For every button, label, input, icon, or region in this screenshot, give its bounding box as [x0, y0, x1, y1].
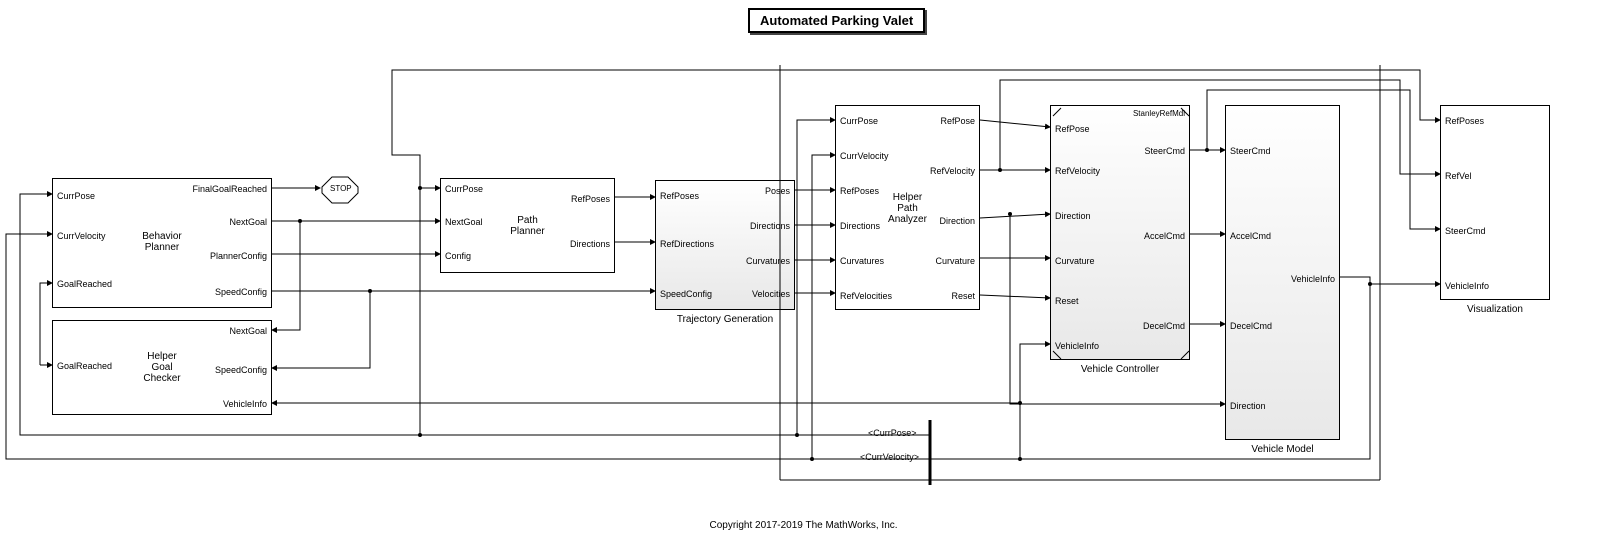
stop-block[interactable]: STOP [330, 184, 352, 193]
block-vehicle-model[interactable]: SteerCmd AccelCmd DecelCmd Direction Veh… [1225, 105, 1340, 440]
port-c-accel: AccelCmd [1144, 231, 1185, 241]
port-vz-steer: SteerCmd [1445, 226, 1486, 236]
port-a-currvel: CurrVelocity [840, 151, 889, 161]
port-c-reset: Reset [1055, 296, 1079, 306]
port-goalreached: GoalReached [57, 279, 112, 289]
port-currpose: CurrPose [57, 191, 95, 201]
port-c-vehinfo: VehicleInfo [1055, 341, 1099, 351]
port-pp-refposes: RefPoses [571, 194, 610, 204]
port-vz-refposes: RefPoses [1445, 116, 1484, 126]
port-vm-steer: SteerCmd [1230, 146, 1271, 156]
port-tg-speedcfg: SpeedConfig [660, 289, 712, 299]
ref-model: StanleyRefMdl [1133, 109, 1185, 119]
port-tg-refdir: RefDirections [660, 239, 714, 249]
port-nextgoal: NextGoal [229, 217, 267, 227]
port-vm-dir: Direction [1230, 401, 1266, 411]
block-path-analyzer[interactable]: CurrPose CurrVelocity RefPoses Direction… [835, 105, 980, 310]
block-visualization[interactable]: RefPoses RefVel SteerCmd VehicleInfo [1440, 105, 1550, 300]
block-label: Helper Path Analyzer [836, 192, 979, 225]
port-c-steer: SteerCmd [1144, 146, 1185, 156]
copyright: Copyright 2017-2019 The MathWorks, Inc. [0, 520, 1607, 531]
block-label: Helper Goal Checker [53, 351, 271, 384]
port-c-curv: Curvature [1055, 256, 1095, 266]
port-finalgoal: FinalGoalReached [192, 184, 267, 194]
port-a-curvature: Curvature [935, 256, 975, 266]
port-c-dir: Direction [1055, 211, 1091, 221]
port-vm-accel: AccelCmd [1230, 231, 1271, 241]
diagram-canvas: Automated Parking Valet CurrPose CurrVel… [0, 0, 1607, 558]
port-pp-currpose: CurrPose [445, 184, 483, 194]
port-vz-vehinfo: VehicleInfo [1445, 281, 1489, 291]
port-vehicleinfo: VehicleInfo [223, 399, 267, 409]
block-vehicle-controller[interactable]: StanleyRefMdl RefPose RefVelocity Direct… [1050, 105, 1190, 360]
port-a-refvel: RefVelocities [840, 291, 892, 301]
block-label: Path Planner [441, 215, 614, 237]
block-goal-checker[interactable]: GoalReached NextGoal SpeedConfig Vehicle… [52, 320, 272, 415]
port-a-refpose: RefPose [940, 116, 975, 126]
port-tg-dir: Directions [750, 221, 790, 231]
port-c-refvel: RefVelocity [1055, 166, 1100, 176]
port-vm-vehinfo: VehicleInfo [1291, 274, 1335, 284]
port-a-reset: Reset [951, 291, 975, 301]
bus-currpose: <CurrPose> [868, 428, 917, 438]
port-c-refpose: RefPose [1055, 124, 1090, 134]
port-a-currpose: CurrPose [840, 116, 878, 126]
port-tg-curv: Curvatures [746, 256, 790, 266]
port-nextgoal2: NextGoal [229, 326, 267, 336]
caption-controller: Vehicle Controller [1050, 364, 1190, 375]
port-tg-vel: Velocities [752, 289, 790, 299]
caption-viz: Visualization [1440, 304, 1550, 315]
block-traj-gen[interactable]: RefPoses RefDirections SpeedConfig Poses… [655, 180, 795, 310]
port-a-curv: Curvatures [840, 256, 884, 266]
caption-vehmodel: Vehicle Model [1225, 444, 1340, 455]
bus-currvel: <CurrVelocity> [860, 452, 919, 462]
port-pp-config: Config [445, 251, 471, 261]
port-vz-refvel: RefVel [1445, 171, 1472, 181]
port-tg-poses: Poses [765, 186, 790, 196]
port-vm-decel: DecelCmd [1230, 321, 1272, 331]
port-pp-directions: Directions [570, 239, 610, 249]
port-a-refvelocity: RefVelocity [930, 166, 975, 176]
block-path-planner[interactable]: CurrPose NextGoal Config RefPoses Direct… [440, 178, 615, 273]
port-speedconfig: SpeedConfig [215, 287, 267, 297]
port-c-decel: DecelCmd [1143, 321, 1185, 331]
port-tg-refposes: RefPoses [660, 191, 699, 201]
block-behavior-planner[interactable]: CurrPose CurrVelocity GoalReached FinalG… [52, 178, 272, 308]
diagram-title: Automated Parking Valet [748, 8, 925, 33]
caption-trajgen: Trajectory Generation [655, 314, 795, 325]
block-label: Behavior Planner [53, 231, 271, 253]
